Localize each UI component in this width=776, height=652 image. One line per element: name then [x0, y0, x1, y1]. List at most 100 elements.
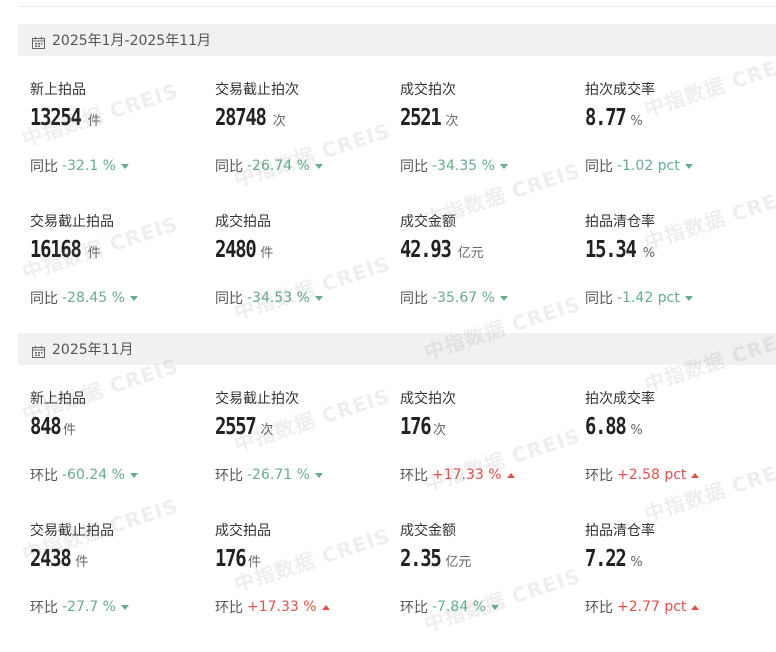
metric-value-group: 176 次 — [400, 414, 446, 440]
metric-value: 15.34 — [585, 237, 637, 263]
metric-unit: 件 — [75, 555, 89, 570]
metric-card: 新上拍品 13254 件同比 -32.1 % — [18, 79, 203, 211]
calendar-icon — [32, 34, 45, 49]
metric-unit: % — [642, 246, 656, 261]
metric-comparison: 环比 +2.77 pct — [585, 597, 700, 617]
comparison-label: 同比 — [585, 291, 613, 307]
metric-label: 拍次成交率 — [585, 82, 655, 98]
metric-value: 28748 — [215, 105, 267, 131]
triangle-down-icon — [499, 295, 508, 301]
calendar-icon — [32, 343, 45, 358]
comparison-value: +17.33 % — [247, 599, 317, 615]
metric-unit: 件 — [87, 246, 101, 261]
metric-comparison: 环比 -26.71 % — [215, 465, 323, 485]
metric-value: 176 — [215, 546, 247, 572]
triangle-down-icon — [314, 472, 323, 478]
metric-unit: % — [630, 114, 643, 129]
triangle-down-icon — [129, 295, 138, 301]
comparison-label: 环比 — [215, 600, 243, 616]
metric-label: 拍品清仓率 — [585, 523, 655, 539]
metric-card: 拍品清仓率 15.34% 同比 -1.42 pct — [573, 211, 758, 343]
metric-value-group: 7.22% — [585, 546, 643, 572]
comparison-value: -7.84 % — [432, 599, 486, 615]
metric-label: 交易截止拍品 — [30, 523, 114, 539]
metric-card: 拍次成交率 8.77% 同比 -1.02 pct — [573, 79, 758, 211]
comparison-value: -26.74 % — [247, 158, 310, 174]
metric-label: 新上拍品 — [30, 82, 86, 98]
metric-label: 拍次成交率 — [585, 391, 655, 407]
metric-value: 2521 — [400, 105, 442, 131]
comparison-value: +2.58 pct — [617, 467, 687, 483]
section-title: 2025年1月-2025年11月 — [52, 33, 212, 49]
triangle-down-icon — [490, 604, 499, 610]
metric-value-group: 6.88% — [585, 414, 643, 440]
metric-card: 成交拍次 176 次环比 +17.33 % — [388, 388, 573, 520]
metric-value-group: 848 件 — [30, 414, 76, 440]
triangle-down-icon — [314, 163, 323, 169]
top-divider — [18, 6, 776, 7]
metric-value: 2.35 — [400, 546, 442, 572]
metric-comparison: 同比 -28.45 % — [30, 288, 138, 308]
comparison-label: 环比 — [30, 600, 58, 616]
comparison-value: -1.42 pct — [617, 290, 680, 306]
metric-label: 成交拍品 — [215, 523, 271, 539]
metric-value-group: 176 件 — [215, 546, 261, 572]
metric-value-group: 13254 件 — [30, 105, 101, 131]
metric-card: 拍次成交率 6.88% 环比 +2.58 pct — [573, 388, 758, 520]
metric-label: 成交拍次 — [400, 82, 456, 98]
metric-value-group: 16168 件 — [30, 237, 101, 263]
comparison-value: -1.02 pct — [617, 158, 680, 174]
metric-value: 2480 — [215, 237, 257, 263]
metric-value-group: 2557 次 — [215, 414, 273, 440]
triangle-down-icon — [684, 163, 693, 169]
metric-value: 176 — [400, 414, 432, 440]
metric-value-group: 2480 件 — [215, 237, 273, 263]
comparison-label: 环比 — [215, 468, 243, 484]
metric-value: 42.93 — [400, 237, 452, 263]
triangle-up-icon — [691, 604, 700, 610]
metric-comparison: 同比 -35.67 % — [400, 288, 508, 308]
metric-value: 6.88 — [585, 414, 627, 440]
section-header: 2025年1月-2025年11月 — [18, 24, 776, 56]
metric-comparison: 同比 -26.74 % — [215, 156, 323, 176]
comparison-value: +17.33 % — [432, 467, 502, 483]
metric-value: 8.77 — [585, 105, 627, 131]
triangle-up-icon — [506, 472, 515, 478]
comparison-value: -32.1 % — [62, 158, 116, 174]
metric-card: 新上拍品 848 件环比 -60.24 % — [18, 388, 203, 520]
triangle-down-icon — [120, 604, 129, 610]
comparison-label: 环比 — [400, 468, 428, 484]
comparison-label: 同比 — [215, 291, 243, 307]
metric-value-group: 2521 次 — [400, 105, 458, 131]
triangle-down-icon — [120, 163, 129, 169]
metric-card: 成交金额 42.93 亿元 同比 -35.67 % — [388, 211, 573, 343]
metric-value: 7.22 — [585, 546, 627, 572]
triangle-up-icon — [691, 472, 700, 478]
metric-unit: % — [630, 423, 643, 438]
metric-value: 16168 — [30, 237, 82, 263]
metric-comparison: 环比 +2.58 pct — [585, 465, 700, 485]
section-title: 2025年11月 — [52, 342, 134, 358]
metric-unit: 件 — [248, 555, 262, 570]
metric-card: 交易截止拍次 28748 次同比 -26.74 % — [203, 79, 388, 211]
metric-value-group: 2438 件 — [30, 546, 88, 572]
metric-label: 成交金额 — [400, 214, 456, 230]
metric-unit: 件 — [63, 423, 77, 438]
metric-card: 交易截止拍品 2438 件环比 -27.7 % — [18, 520, 203, 652]
triangle-down-icon — [314, 295, 323, 301]
metric-unit: 件 — [260, 246, 274, 261]
comparison-value: -26.71 % — [247, 467, 310, 483]
comparison-value: -34.53 % — [247, 290, 310, 306]
metric-value-group: 8.77% — [585, 105, 643, 131]
comparison-value: -27.7 % — [62, 599, 116, 615]
metric-value: 848 — [30, 414, 62, 440]
metric-card: 成交拍品 2480 件同比 -34.53 % — [203, 211, 388, 343]
metric-value-group: 2.35 亿元 — [400, 546, 471, 572]
comparison-label: 环比 — [585, 600, 613, 616]
comparison-value: -28.45 % — [62, 290, 125, 306]
metric-unit: 次 — [260, 423, 274, 438]
metric-card: 成交拍品 176 件环比 +17.33 % — [203, 520, 388, 652]
metric-label: 新上拍品 — [30, 391, 86, 407]
metric-card: 成交金额 2.35 亿元 环比 -7.84 % — [388, 520, 573, 652]
metric-unit: % — [630, 555, 643, 570]
